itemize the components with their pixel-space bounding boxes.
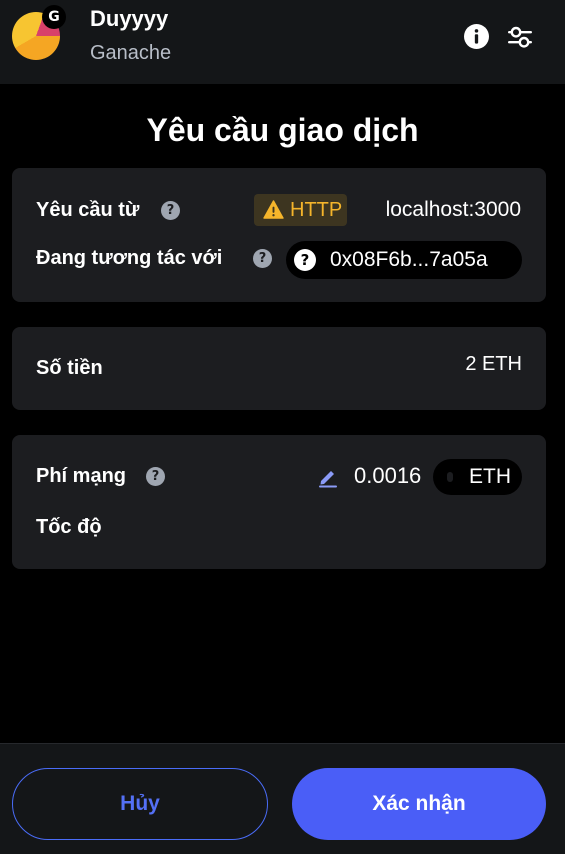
amount-label: Số tiền <box>36 357 103 379</box>
fee-currency-label: ETH <box>469 465 511 488</box>
request-origin-card: Yêu cầu từ ? HTTP localhost:3000 Đang tư… <box>12 168 546 302</box>
cancel-button[interactable]: Hủy <box>12 768 268 840</box>
speed-label: Tốc độ <box>36 516 102 538</box>
contract-address: 0x08F6b...7a05a <box>330 248 488 271</box>
network-fee-value: 0.0016 <box>354 463 422 488</box>
network-fee-label: Phí mạng <box>36 465 127 487</box>
confirm-button[interactable]: Xác nhận <box>292 768 546 840</box>
interacting-with-label: Đang tương tác với <box>36 247 223 269</box>
pencil-icon[interactable] <box>317 466 339 488</box>
http-warning-badge[interactable]: HTTP <box>254 194 347 226</box>
amount-card: Số tiền 2 ETH <box>12 327 546 410</box>
network-name[interactable]: Ganache <box>90 42 171 65</box>
request-origin-url: localhost:3000 <box>385 198 521 221</box>
network-fee-help-icon[interactable]: ? <box>146 467 165 486</box>
request-from-help-icon[interactable]: ? <box>161 201 180 220</box>
request-from-label: Yêu cầu từ <box>36 199 140 221</box>
fee-currency-pill: ETH <box>433 459 522 495</box>
amount-value: 2 ETH <box>465 353 522 375</box>
footer: Hủy Xác nhận <box>0 743 565 854</box>
account-name[interactable]: Duyyyy <box>90 6 168 32</box>
unknown-contract-icon: ? <box>294 249 316 271</box>
header: G Duyyyy Ganache <box>0 0 565 84</box>
interacting-help-icon[interactable]: ? <box>253 249 272 268</box>
warning-icon <box>263 200 284 219</box>
sliders-icon[interactable] <box>506 23 534 51</box>
network-badge: G <box>42 5 66 29</box>
eth-icon <box>447 472 453 482</box>
contract-address-pill[interactable]: ? 0x08F6b...7a05a <box>286 241 522 279</box>
network-fee-card: Phí mạng ? 0.0016 ETH Tốc độ <box>12 435 546 569</box>
http-protocol-label: HTTP <box>290 199 343 221</box>
info-icon[interactable] <box>464 24 489 49</box>
page-title: Yêu cầu giao dịch <box>146 112 419 148</box>
